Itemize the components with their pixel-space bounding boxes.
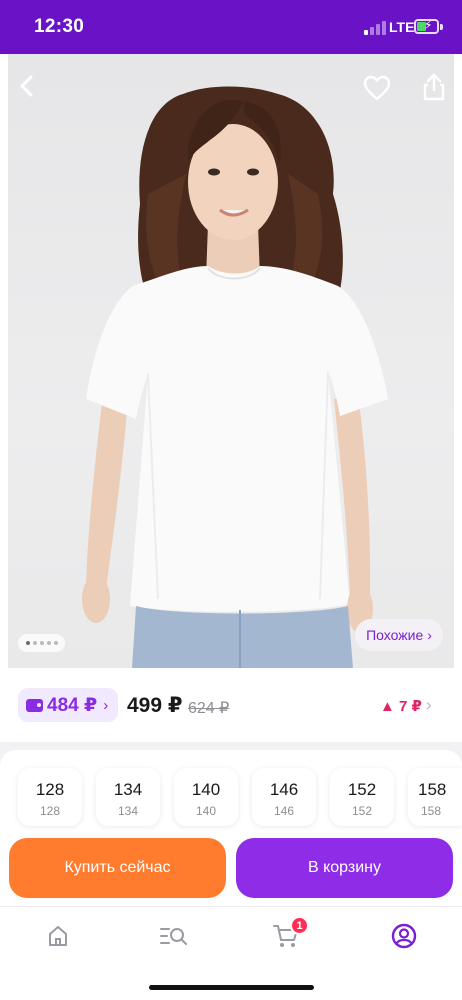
catalog-search-icon (160, 928, 187, 945)
back-button[interactable] (8, 66, 48, 106)
size-option[interactable]: 146 146 (252, 768, 316, 826)
current-price: 499 ₽ (127, 694, 183, 717)
wallet-icon (26, 698, 43, 712)
wallet-price-chip[interactable]: 484 ₽ › (18, 688, 118, 722)
home-icon (49, 926, 67, 946)
size-option[interactable]: 128 128 (18, 768, 82, 826)
price-change-value: 7 ₽ (399, 698, 422, 715)
chevron-right-icon: › (427, 627, 432, 643)
similar-button[interactable]: Похожие › (355, 619, 443, 651)
pager-dot (53, 641, 58, 645)
add-to-cart-button[interactable]: В корзину (236, 838, 453, 898)
share-icon (423, 73, 445, 101)
tab-profile[interactable] (386, 918, 422, 954)
product-image[interactable] (8, 54, 454, 668)
tab-home[interactable] (40, 918, 76, 954)
battery-icon: ⚡ (414, 18, 439, 34)
heart-icon (363, 75, 391, 101)
old-price: 624 ₽ (188, 700, 230, 717)
tab-catalog[interactable] (155, 918, 191, 954)
chevron-right-icon[interactable]: › (426, 695, 432, 715)
share-button[interactable] (414, 67, 454, 107)
pager-dot (25, 641, 30, 645)
triangle-up-icon: ▲ (380, 698, 395, 715)
size-option[interactable]: 152 152 (330, 768, 394, 826)
price-change[interactable]: ▲ 7 ₽ (380, 697, 422, 715)
chevron-right-icon: › (103, 696, 109, 714)
signal-icon (364, 21, 386, 35)
back-arrow-icon (20, 75, 33, 97)
similar-label: Похожие (366, 627, 424, 643)
pager-dot (46, 641, 51, 645)
size-option[interactable]: 158 158 (408, 768, 462, 826)
product-photo (82, 86, 388, 668)
wallet-price: 484 ₽ (47, 694, 98, 716)
favorite-button[interactable] (357, 68, 397, 108)
profile-icon (391, 923, 417, 949)
pager-dot (39, 641, 44, 645)
network-type: LTE (389, 19, 415, 35)
cart-badge: 1 (290, 916, 309, 935)
gallery-pager[interactable] (18, 634, 65, 652)
home-indicator (149, 985, 314, 990)
pager-dot (32, 641, 37, 645)
size-option[interactable]: 134 134 (96, 768, 160, 826)
status-bar: 12:30 LTE ⚡ (0, 0, 462, 54)
buy-now-button[interactable]: Купить сейчас (9, 838, 226, 898)
status-time: 12:30 (34, 16, 85, 37)
size-option[interactable]: 140 140 (174, 768, 238, 826)
